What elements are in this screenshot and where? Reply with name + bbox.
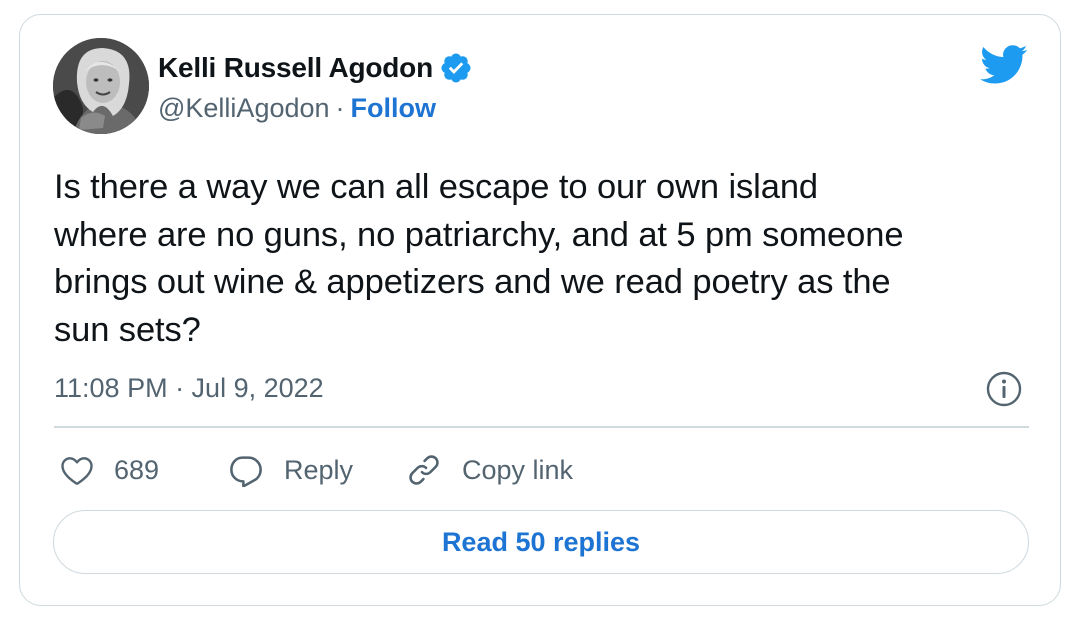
author-name[interactable]: Kelli Russell Agodon	[158, 52, 433, 84]
heart-icon	[61, 457, 93, 485]
copy-link-label: Copy link	[462, 454, 574, 485]
tweet-text: Is there a way we can all escape to our …	[54, 164, 1034, 354]
info-icon[interactable]	[986, 371, 1022, 407]
reply-label: Reply	[284, 454, 354, 485]
tweet-text-line: where are no guns, no patriarchy, and at…	[54, 215, 904, 254]
twitter-bird-icon[interactable]	[980, 45, 1028, 85]
divider	[54, 426, 1029, 428]
tweet-text-line: brings out wine & appetizers and we read…	[54, 263, 891, 301]
reply-bubble-icon	[230, 456, 262, 487]
avatar[interactable]	[53, 38, 149, 134]
author-name-row: Kelli Russell Agodon	[158, 50, 473, 86]
read-replies-button[interactable]: Read 50 replies	[53, 510, 1029, 574]
copy-link-button[interactable]: Copy link	[406, 450, 573, 490]
handle-row: @KelliAgodon · Follow	[158, 90, 436, 126]
tweet-text-line: Is there a way we can all escape to our …	[54, 168, 819, 206]
separator-dot: ·	[335, 92, 345, 123]
tweet-timestamp[interactable]: 11:08 PM · Jul 9, 2022	[54, 370, 324, 406]
like-button[interactable]: 689	[60, 450, 159, 490]
tweet-text-line: sun sets?	[54, 310, 201, 349]
like-count: 689	[114, 454, 160, 485]
follow-link[interactable]: Follow	[351, 93, 436, 124]
reply-button[interactable]: Reply	[228, 450, 353, 490]
verified-badge-icon	[439, 51, 473, 85]
author-handle[interactable]: @KelliAgodon	[158, 93, 330, 124]
link-icon	[409, 455, 439, 485]
